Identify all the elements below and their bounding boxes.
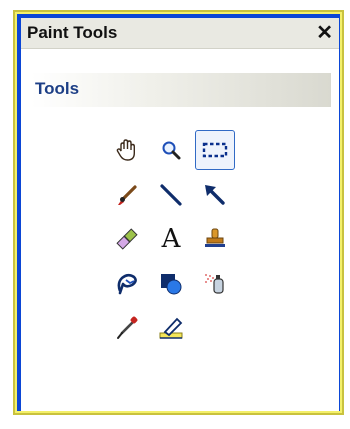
brush-tool-button[interactable] [107,175,147,215]
hand-tool-button[interactable] [107,130,147,170]
shapes-icon [158,271,184,297]
spray-tool-button[interactable] [195,264,235,304]
line-icon [158,182,184,208]
arrow-icon [202,182,228,208]
eyedropper-icon [114,315,140,341]
stamp-tool-button[interactable] [195,219,235,259]
rectangle-select-icon [202,140,228,160]
title-bar[interactable]: Paint Tools ✕ [21,18,339,49]
window-title: Paint Tools [27,23,118,42]
spray-icon [202,271,228,297]
arrow-tool-button[interactable] [195,175,235,215]
section-title: Tools [35,79,80,98]
rectangle-select-tool-button[interactable] [195,130,235,170]
highlighter-tool-button[interactable] [151,308,191,348]
tools-section-header: Tools [31,73,331,107]
stamp-icon [202,226,228,252]
hand-icon [114,137,140,163]
lasso-tool-button[interactable] [107,264,147,304]
close-button[interactable]: ✕ [316,20,333,45]
text-tool-button[interactable]: A [151,219,191,259]
text-icon: A [161,224,181,254]
line-tool-button[interactable] [151,175,191,215]
paint-tools-panel: Paint Tools ✕ Tools A [21,18,339,411]
shapes-tool-button[interactable] [151,264,191,304]
eyedropper-tool-button[interactable] [107,308,147,348]
brush-icon [114,182,140,208]
magnifier-icon [159,138,183,162]
highlighter-icon [157,315,185,341]
eraser-tool-button[interactable] [107,219,147,259]
zoom-tool-button[interactable] [151,130,191,170]
lasso-icon [114,271,140,297]
eraser-icon [114,226,140,252]
